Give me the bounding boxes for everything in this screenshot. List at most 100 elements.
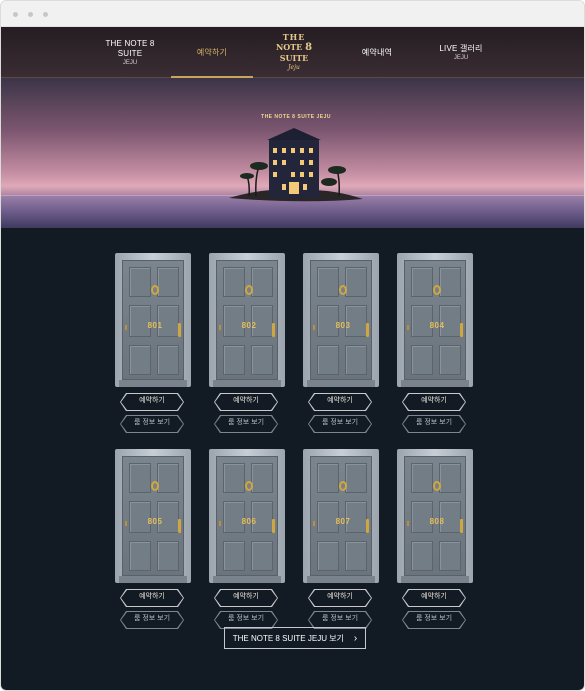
door-hinge-icon: [219, 521, 221, 526]
door-hinge-icon: [219, 325, 221, 330]
room-number: 806: [241, 517, 257, 526]
window-dot-icon: [13, 12, 18, 17]
door-pane: [251, 345, 273, 375]
nav-item-reservation-history[interactable]: 예약내역: [339, 27, 415, 78]
room-door-image[interactable]: 807: [303, 449, 379, 583]
reserve-button[interactable]: 예약하기: [308, 393, 372, 411]
room-number: 808: [429, 517, 445, 526]
hero-banner: THE NOTE 8 SUITE JEJU: [1, 78, 584, 228]
reserve-button[interactable]: 예약하기: [214, 589, 278, 607]
reserve-button[interactable]: 예약하기: [308, 589, 372, 607]
door-handle-icon: [178, 519, 181, 533]
logo-word-note: NOTE: [275, 42, 303, 52]
door-pane: [345, 463, 367, 493]
door-panel: 804: [404, 260, 466, 380]
room-door-image[interactable]: 806: [209, 449, 285, 583]
room-door-image[interactable]: 808: [397, 449, 473, 583]
door-handle-icon: [366, 323, 369, 337]
reserve-button[interactable]: 예약하기: [402, 393, 466, 411]
door-pane: [317, 541, 339, 571]
reserve-button-label: 예약하기: [233, 593, 259, 600]
reserve-button-label: 예약하기: [139, 397, 165, 404]
door-pane: [439, 463, 461, 493]
door-hinge-icon: [407, 521, 409, 526]
logo-number-8: 8: [305, 42, 313, 53]
room-info-button-label: 룸 정보 보기: [415, 419, 453, 426]
door-knocker-icon: [151, 285, 159, 295]
reserve-button[interactable]: 예약하기: [402, 589, 466, 607]
door-pane: [411, 541, 433, 571]
room-door-image[interactable]: 801: [115, 253, 191, 387]
door-panel: 802: [216, 260, 278, 380]
reserve-button[interactable]: 예약하기: [214, 393, 278, 411]
room-number: 803: [335, 321, 351, 330]
browser-window: THE NOTE 8 SUITE JEJU 예약하기 THE NOTE 8 SU…: [0, 0, 585, 691]
reserve-button[interactable]: 예약하기: [120, 393, 184, 411]
room-info-button[interactable]: 룸 정보 보기: [120, 611, 184, 629]
room-info-button-label: 룸 정보 보기: [133, 615, 171, 622]
room-number: 807: [335, 517, 351, 526]
hotel-island-illustration: [229, 128, 363, 202]
door-pane: [411, 345, 433, 375]
reserve-button[interactable]: 예약하기: [120, 589, 184, 607]
nav-item-live-gallery[interactable]: LIVE 갤러리 JEJU: [423, 27, 499, 78]
reserve-button-label: 예약하기: [139, 593, 165, 600]
logo-line2: NOTE 8 SUITE: [263, 42, 325, 63]
door-knocker-icon: [245, 285, 253, 295]
room-number: 801: [147, 321, 163, 330]
door-panel: 801: [122, 260, 184, 380]
door-pane: [251, 267, 273, 297]
door-pane: [223, 463, 245, 493]
door-pane: [439, 267, 461, 297]
door-pane: [223, 267, 245, 297]
door-pane: [129, 463, 151, 493]
room-info-button[interactable]: 룸 정보 보기: [308, 415, 372, 433]
room-info-button[interactable]: 룸 정보 보기: [402, 611, 466, 629]
door-pane: [317, 345, 339, 375]
door-base: [213, 380, 281, 387]
room-door-image[interactable]: 803: [303, 253, 379, 387]
room-info-button-label: 룸 정보 보기: [321, 615, 359, 622]
door-pane: [129, 267, 151, 297]
room-info-button[interactable]: 룸 정보 보기: [402, 415, 466, 433]
nav-item-label: THE NOTE 8 SUITE: [105, 38, 155, 58]
room-info-button-label: 룸 정보 보기: [227, 615, 265, 622]
room-door-image[interactable]: 802: [209, 253, 285, 387]
door-hinge-icon: [407, 325, 409, 330]
door-base: [307, 576, 375, 583]
door-pane: [157, 267, 179, 297]
door-knocker-icon: [151, 481, 159, 491]
room-info-button-label: 룸 정보 보기: [415, 615, 453, 622]
door-pane: [129, 541, 151, 571]
window-dot-icon: [43, 12, 48, 17]
door-pane: [439, 541, 461, 571]
door-hinge-icon: [125, 521, 127, 526]
door-handle-icon: [366, 519, 369, 533]
door-handle-icon: [272, 519, 275, 533]
room-door-image[interactable]: 804: [397, 253, 473, 387]
door-pane: [411, 267, 433, 297]
door-base: [213, 576, 281, 583]
nav-item-the-note-8-suite[interactable]: THE NOTE 8 SUITE JEJU: [93, 27, 167, 78]
door-panel: 808: [404, 456, 466, 576]
brand-logo[interactable]: THE NOTE 8 SUITE Jeju: [263, 33, 325, 73]
door-pane: [157, 463, 179, 493]
reserve-button-label: 예약하기: [233, 397, 259, 404]
view-the-note-8-suite-jeju-button[interactable]: THE NOTE 8 SUITE JEJU 보기 ›: [224, 627, 366, 649]
nav-item-reserve[interactable]: 예약하기: [171, 27, 253, 78]
reserve-button-label: 예약하기: [327, 397, 353, 404]
reserve-button-label: 예약하기: [421, 397, 447, 404]
room-door-image[interactable]: 805: [115, 449, 191, 583]
door-handle-icon: [460, 323, 463, 337]
room-info-button[interactable]: 룸 정보 보기: [214, 415, 278, 433]
door-pane: [251, 541, 273, 571]
room-info-button[interactable]: 룸 정보 보기: [120, 415, 184, 433]
nav-item-label: LIVE 갤러리: [439, 43, 483, 53]
door-knocker-icon: [433, 285, 441, 295]
room-number: 804: [429, 321, 445, 330]
logo-line3: Jeju: [288, 64, 300, 71]
door-base: [401, 576, 469, 583]
door-knocker-icon: [339, 285, 347, 295]
door-panel: 806: [216, 456, 278, 576]
door-base: [401, 380, 469, 387]
